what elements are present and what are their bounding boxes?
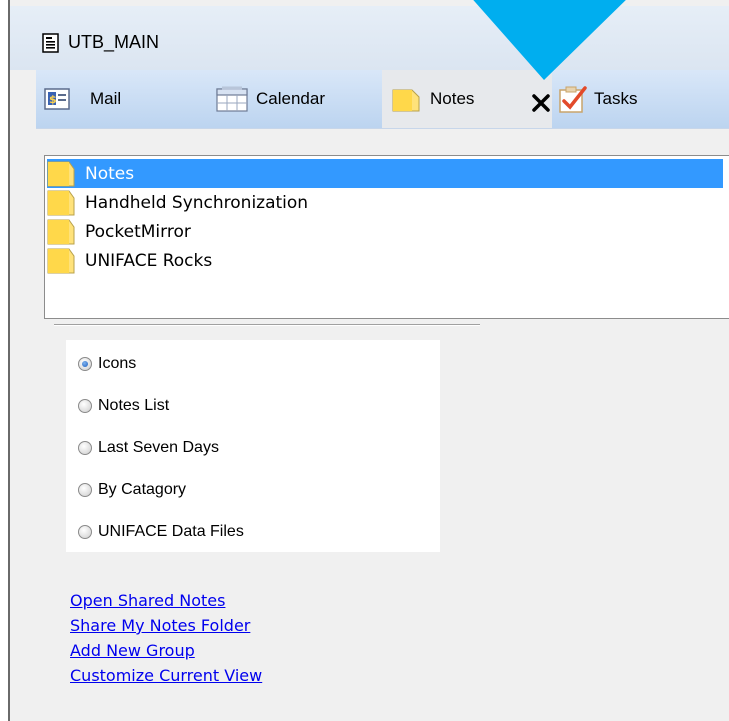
task-links: Open Shared Notes Share My Notes Folder … xyxy=(70,588,262,688)
view-options-group: Icons Notes List Last Seven Days By Cata… xyxy=(66,340,440,552)
radio-label: Icons xyxy=(98,355,137,372)
tab-calendar-label: Calendar xyxy=(256,89,325,108)
list-item[interactable]: Notes xyxy=(47,159,723,188)
radio-by-catagory[interactable]: By Catagory xyxy=(78,478,186,502)
note-folder-icon xyxy=(47,161,75,186)
open-shared-notes-link[interactable]: Open Shared Notes xyxy=(70,588,262,613)
tab-notes-label: Notes xyxy=(430,89,475,108)
address-card-icon: $ xyxy=(44,88,70,110)
section-divider-highlight xyxy=(54,325,480,326)
radio-button-checked[interactable] xyxy=(78,357,92,371)
radio-button[interactable] xyxy=(78,399,92,413)
desktop-left-strip xyxy=(0,0,8,721)
radio-label: Last Seven Days xyxy=(98,439,219,456)
radio-label: UNIFACE Data Files xyxy=(98,523,244,540)
tab-calendar[interactable]: Calendar xyxy=(216,70,325,128)
radio-uniface-data-files[interactable]: UNIFACE Data Files xyxy=(78,520,244,544)
note-folder-icon xyxy=(47,190,75,215)
tasks-checklist-icon xyxy=(559,86,587,113)
utb-main-window: UTB_MAIN $ Mail Calendar Notes Tasks Not… xyxy=(10,6,729,721)
list-item[interactable]: PocketMirror xyxy=(47,217,723,246)
radio-button[interactable] xyxy=(78,483,92,497)
notes-folder-list[interactable]: Notes Handheld Synchronization PocketMir… xyxy=(44,155,729,319)
list-item[interactable]: UNIFACE Rocks xyxy=(47,246,723,275)
window-title: UTB_MAIN xyxy=(68,32,160,52)
radio-last-seven-days[interactable]: Last Seven Days xyxy=(78,436,219,460)
document-icon xyxy=(42,33,59,53)
notes-folder-icon xyxy=(392,89,420,112)
tab-tasks-label: Tasks xyxy=(594,89,638,108)
close-tab-icon[interactable] xyxy=(529,91,553,115)
tab-mail[interactable]: $ Mail xyxy=(44,70,121,128)
radio-button[interactable] xyxy=(78,441,92,455)
tab-mail-label: Mail xyxy=(90,89,122,108)
list-item[interactable]: Handheld Synchronization xyxy=(47,188,723,217)
note-folder-icon xyxy=(47,248,75,273)
note-folder-icon xyxy=(47,219,75,244)
pointer-arrow-icon xyxy=(473,0,626,80)
radio-label: By Catagory xyxy=(98,481,187,498)
radio-button[interactable] xyxy=(78,525,92,539)
share-my-notes-folder-link[interactable]: Share My Notes Folder xyxy=(70,613,262,638)
radio-label: Notes List xyxy=(98,397,170,414)
list-item-label: Handheld Synchronization xyxy=(85,192,309,213)
radio-notes-list[interactable]: Notes List xyxy=(78,394,169,418)
customize-current-view-link[interactable]: Customize Current View xyxy=(70,663,262,688)
svg-text:$: $ xyxy=(49,93,57,106)
list-item-label: PocketMirror xyxy=(85,221,191,242)
add-new-group-link[interactable]: Add New Group xyxy=(70,638,262,663)
radio-icons[interactable]: Icons xyxy=(78,352,136,376)
list-item-label: UNIFACE Rocks xyxy=(85,250,213,271)
list-item-label: Notes xyxy=(85,163,135,184)
calendar-icon xyxy=(216,86,248,112)
